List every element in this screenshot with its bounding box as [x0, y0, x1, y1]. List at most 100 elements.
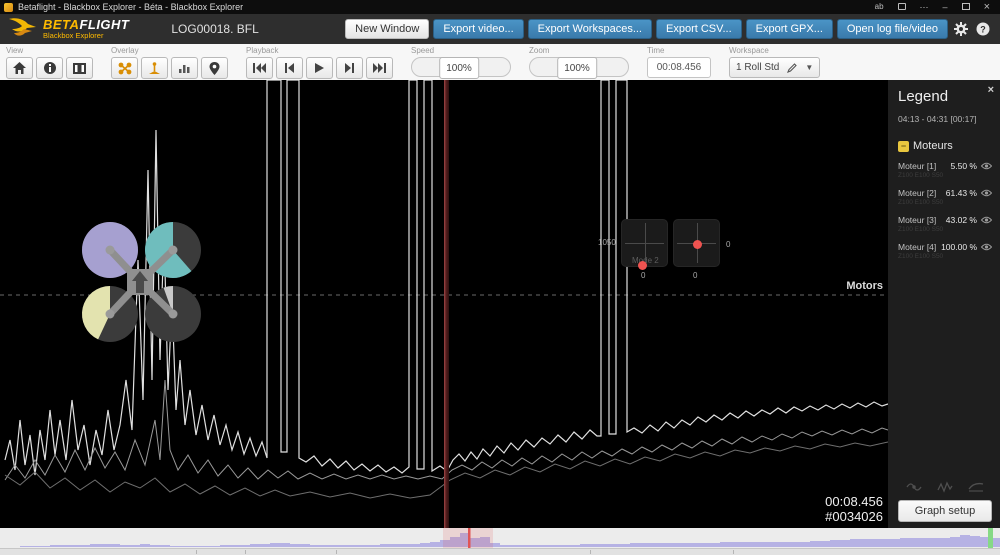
help-icon[interactable]: ?: [974, 20, 992, 38]
table-icon: [73, 63, 86, 74]
field-curve-settings: Z100 E100 S50: [898, 172, 992, 179]
minimize-icon[interactable]: –: [943, 0, 948, 14]
craft-overlay-button[interactable]: [111, 57, 138, 79]
legend-close-icon[interactable]: ×: [988, 84, 994, 96]
speed-group-label: Speed: [411, 46, 511, 55]
time-group: Time: [647, 46, 711, 78]
jump-end-button[interactable]: [366, 57, 393, 79]
field-value: 43.02 %: [946, 215, 977, 225]
graph-setup-button[interactable]: Graph setup: [898, 500, 992, 522]
chevron-down-icon[interactable]: ▼: [805, 63, 813, 72]
field-name[interactable]: Moteur [3]: [898, 215, 946, 225]
time-group-label: Time: [647, 46, 711, 55]
pip-icon[interactable]: [898, 0, 906, 14]
field-name[interactable]: Moteur [4]: [898, 242, 941, 252]
seekbar-activity-plot: [0, 528, 1000, 548]
previous-frame-icon: [285, 63, 294, 73]
legend-item-motor4: Moteur [4] 100.00 % Z100 E100 S50: [898, 242, 992, 260]
field-curve-settings: Z100 E100 S50: [898, 199, 992, 206]
zoom-curve-icon[interactable]: [906, 480, 922, 494]
visibility-eye-icon[interactable]: [981, 189, 992, 197]
play-button[interactable]: [306, 57, 333, 79]
legend-item-motor3: Moteur [3] 43.02 % Z100 E100 S50: [898, 215, 992, 233]
logo-subtitle: Blackbox Explorer: [43, 32, 129, 40]
legend-item-motor1: Moteur [1] 5.50 % Z100 E100 S50: [898, 161, 992, 179]
craft-overlay: [60, 211, 220, 351]
table-view-button[interactable]: [66, 57, 93, 79]
time-input[interactable]: [647, 57, 711, 78]
settings-gear-icon[interactable]: [952, 20, 970, 38]
stats-view-button[interactable]: [36, 57, 63, 79]
new-window-button[interactable]: New Window: [345, 19, 429, 39]
field-name[interactable]: Moteur [2]: [898, 188, 946, 198]
right-stick-dot: [693, 240, 702, 249]
workspace-group-label: Workspace: [729, 46, 820, 55]
betaflight-logo: BETAFLIGHT Blackbox Explorer: [8, 17, 129, 41]
info-icon: [44, 62, 56, 74]
sticks-overlay-button[interactable]: [141, 57, 168, 79]
right-stick-side-value: 0: [726, 240, 730, 249]
maximize-icon[interactable]: [962, 0, 970, 14]
os-title-bar: Betaflight - Blackbox Explorer - Béta - …: [0, 0, 1000, 14]
step-forward-button[interactable]: [336, 57, 363, 79]
analyser-overlay-button[interactable]: [171, 57, 198, 79]
visibility-eye-icon[interactable]: [981, 162, 992, 170]
motors-legend-group[interactable]: − Moteurs: [898, 140, 992, 152]
seekbar[interactable]: [0, 528, 1000, 548]
speed-slider[interactable]: 100%: [411, 57, 511, 77]
home-icon: [13, 62, 26, 74]
right-stick-box: [673, 219, 720, 267]
zoom-slider-handle[interactable]: 100%: [557, 57, 597, 79]
workspace-dropdown[interactable]: 1 Roll Std ▼: [729, 57, 820, 78]
export-video-button[interactable]: Export video...: [433, 19, 523, 39]
visibility-eye-icon[interactable]: [981, 243, 992, 251]
speed-group: Speed 100%: [411, 46, 511, 77]
speed-slider-handle[interactable]: 100%: [439, 57, 479, 79]
export-csv-button[interactable]: Export CSV...: [656, 19, 742, 39]
play-icon: [315, 63, 324, 73]
visibility-eye-icon[interactable]: [981, 216, 992, 224]
logo-rest-text: FLIGHT: [79, 17, 129, 32]
close-icon[interactable]: ×: [984, 0, 990, 14]
current-frame-value: #0034026: [825, 510, 883, 525]
graph-canvas[interactable]: 1050 Mode 2 0 0 0 Motors 00:08.456 #0034…: [0, 80, 888, 528]
home-view-button[interactable]: [6, 57, 33, 79]
export-workspaces-button[interactable]: Export Workspaces...: [528, 19, 652, 39]
more-icon[interactable]: ⋯: [920, 0, 929, 14]
export-gpx-button[interactable]: Export GPX...: [746, 19, 833, 39]
craft-icon: [118, 62, 132, 75]
playback-group: Playback: [246, 46, 393, 79]
legend-group-name: Moteurs: [913, 140, 953, 152]
overlay-group: Overlay: [111, 46, 228, 79]
current-time-display: 00:08.456 #0034026: [825, 495, 883, 525]
map-overlay-button[interactable]: [201, 57, 228, 79]
smoothing-curve-icon[interactable]: [968, 480, 984, 494]
view-group: View: [6, 46, 93, 79]
left-stick-bottom-value: 0: [641, 271, 645, 280]
field-value: 100.00 %: [941, 242, 977, 252]
view-group-label: View: [6, 46, 93, 55]
jump-start-button[interactable]: [246, 57, 273, 79]
main-area: 1050 Mode 2 0 0 0 Motors 00:08.456 #0034…: [0, 80, 1000, 528]
field-name[interactable]: Moteur [1]: [898, 161, 951, 171]
zoom-slider[interactable]: 100%: [529, 57, 629, 77]
map-pin-icon: [209, 62, 220, 75]
open-log-file-button[interactable]: Open log file/video: [837, 19, 948, 39]
playback-group-label: Playback: [246, 46, 393, 55]
collapse-group-icon[interactable]: −: [898, 141, 909, 152]
field-curve-settings: Z100 E100 S50: [898, 226, 992, 233]
step-back-button[interactable]: [276, 57, 303, 79]
toolbar: View Overlay Playback: [0, 44, 1000, 80]
playhead-cursor[interactable]: [444, 80, 449, 528]
motors-group-label: Motors: [846, 280, 883, 292]
sticks-icon: [148, 62, 161, 75]
current-time-value: 00:08.456: [825, 495, 883, 510]
next-frame-icon: [345, 63, 354, 73]
workspace-selected-value: 1 Roll Std: [736, 62, 779, 73]
app-icon: [4, 3, 13, 12]
tab-search-icon[interactable]: ab: [875, 0, 884, 14]
expo-curve-icon[interactable]: [937, 480, 953, 494]
skip-to-end-icon: [373, 63, 386, 73]
edit-pencil-icon[interactable]: [787, 63, 797, 73]
bottom-scroll-strip[interactable]: [0, 548, 1000, 555]
